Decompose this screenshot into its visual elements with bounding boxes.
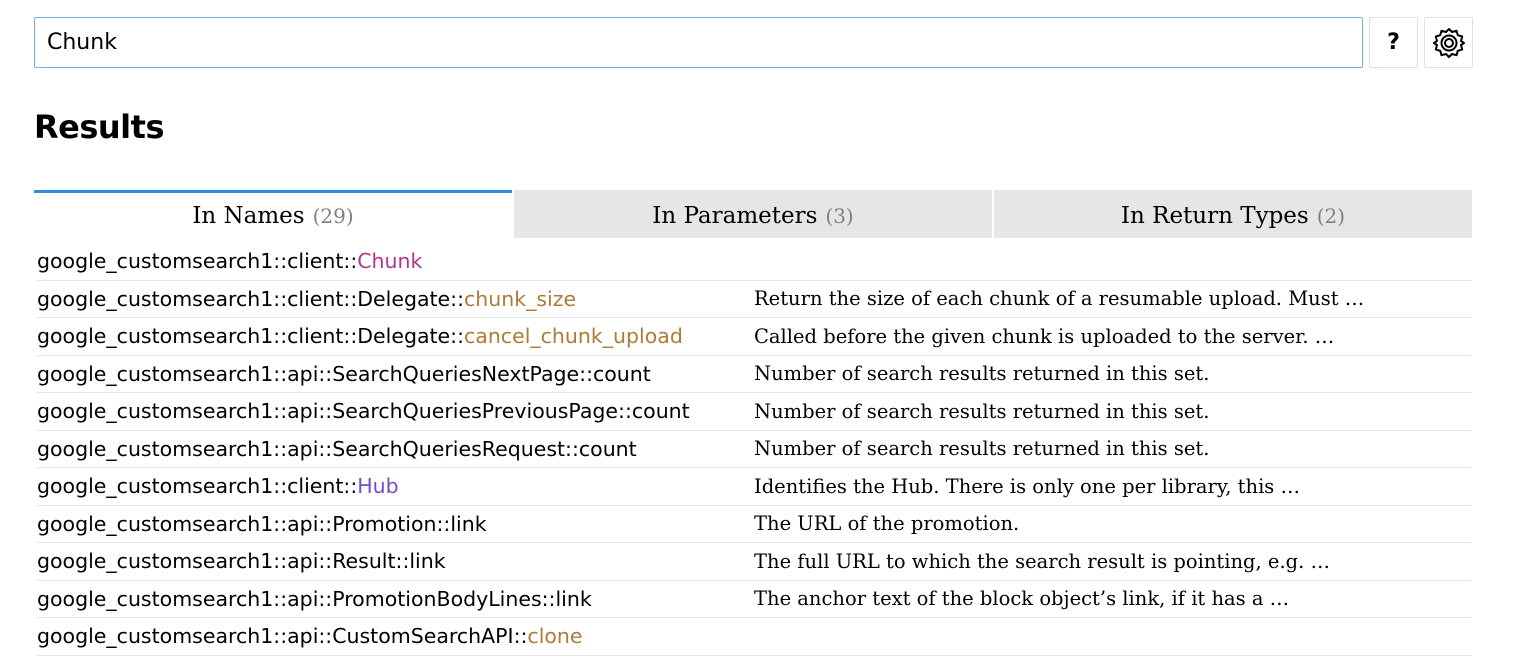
result-description: Number of search results returned in thi…	[754, 362, 1210, 386]
result-description: The full URL to which the search result …	[754, 549, 1331, 573]
tab-label: In Return Types	[1120, 202, 1309, 229]
result-description: Number of search results returned in thi…	[754, 437, 1210, 461]
result-path: google_customsearch1::client::Hub	[37, 474, 754, 498]
result-name: count	[578, 436, 637, 461]
search-bar: ?	[34, 17, 1474, 68]
result-path: google_customsearch1::api::SearchQueries…	[37, 399, 754, 423]
tab-in-names[interactable]: In Names (29)	[34, 190, 512, 238]
result-description: The anchor text of the block object’s li…	[754, 587, 1290, 611]
result-description: The URL of the promotion.	[754, 512, 1020, 536]
result-module-path: google_customsearch1::api::SearchQueries…	[37, 361, 593, 386]
result-name: cancel_chunk_upload	[463, 324, 683, 349]
result-description: Number of search results returned in thi…	[754, 399, 1210, 423]
result-name: link	[555, 586, 592, 611]
search-input[interactable]	[34, 17, 1363, 68]
result-name: link	[450, 511, 487, 536]
result-row[interactable]: google_customsearch1::api::CustomSearchA…	[37, 618, 1471, 656]
tab-count: (3)	[825, 203, 854, 228]
result-path: google_customsearch1::api::SearchQueries…	[37, 362, 754, 386]
help-button[interactable]: ?	[1369, 17, 1418, 68]
result-name: count	[592, 361, 651, 386]
result-path: google_customsearch1::client::Delegate::…	[37, 324, 754, 348]
tab-label: In Parameters	[652, 202, 818, 229]
result-path: google_customsearch1::api::CustomSearchA…	[37, 624, 754, 648]
result-path: google_customsearch1::api::Result::link	[37, 549, 754, 573]
result-name: Hub	[357, 474, 399, 499]
result-row[interactable]: google_customsearch1::api::Result::link …	[37, 543, 1471, 581]
result-module-path: google_customsearch1::client::	[37, 249, 358, 274]
tab-count: (29)	[312, 203, 354, 228]
result-module-path: google_customsearch1::api::Result::	[37, 549, 410, 574]
result-description: Called before the given chunk is uploade…	[754, 324, 1335, 348]
result-description: Identifies the Hub. There is only one pe…	[754, 474, 1301, 498]
help-label: ?	[1387, 30, 1400, 55]
result-row[interactable]: google_customsearch1::api::Promotion::li…	[37, 506, 1471, 543]
result-name: chunk_size	[463, 286, 577, 311]
result-description: Return the size of each chunk of a resum…	[754, 287, 1365, 311]
results-tabs: In Names (29) In Parameters (3) In Retur…	[34, 190, 1472, 238]
result-module-path: google_customsearch1::client::Delegate::	[37, 324, 464, 349]
gear-icon	[1432, 27, 1465, 58]
result-module-path: google_customsearch1::client::	[37, 474, 358, 499]
result-row[interactable]: google_customsearch1::api::PromotionBody…	[37, 581, 1471, 618]
result-path: google_customsearch1::client::Chunk	[37, 249, 754, 273]
result-module-path: google_customsearch1::client::Delegate::	[37, 286, 464, 311]
result-row[interactable]: google_customsearch1::client::Chunk	[37, 243, 1471, 281]
result-name: link	[409, 549, 446, 574]
result-module-path: google_customsearch1::api::SearchQueries…	[37, 399, 632, 424]
result-row[interactable]: google_customsearch1::client::Delegate::…	[37, 318, 1471, 356]
result-module-path: google_customsearch1::api::CustomSearchA…	[37, 624, 528, 649]
result-name: count	[631, 399, 690, 424]
tab-in-parameters[interactable]: In Parameters (3)	[514, 190, 992, 238]
result-path: google_customsearch1::api::Promotion::li…	[37, 512, 754, 536]
result-path: google_customsearch1::api::SearchQueries…	[37, 437, 754, 461]
result-row[interactable]: google_customsearch1::api::SearchQueries…	[37, 431, 1471, 468]
result-module-path: google_customsearch1::api::PromotionBody…	[37, 586, 556, 611]
result-module-path: google_customsearch1::api::Promotion::	[37, 511, 451, 536]
result-row[interactable]: google_customsearch1::api::SearchQueries…	[37, 356, 1471, 393]
tab-label: In Names	[192, 202, 305, 229]
tab-count: (2)	[1316, 203, 1346, 228]
tab-in-return-types[interactable]: In Return Types (2)	[994, 190, 1472, 238]
result-row[interactable]: google_customsearch1::client::Hub Identi…	[37, 468, 1471, 506]
results-list: google_customsearch1::client::Chunk goog…	[37, 243, 1471, 656]
results-heading: Results	[34, 108, 164, 146]
result-path: google_customsearch1::client::Delegate::…	[37, 287, 754, 311]
result-name: clone	[527, 624, 583, 649]
settings-button[interactable]	[1424, 17, 1473, 68]
result-row[interactable]: google_customsearch1::client::Delegate::…	[37, 281, 1471, 318]
result-module-path: google_customsearch1::api::SearchQueries…	[37, 436, 579, 461]
result-name: Chunk	[357, 249, 423, 274]
result-row[interactable]: google_customsearch1::api::SearchQueries…	[37, 393, 1471, 431]
result-path: google_customsearch1::api::PromotionBody…	[37, 587, 754, 611]
